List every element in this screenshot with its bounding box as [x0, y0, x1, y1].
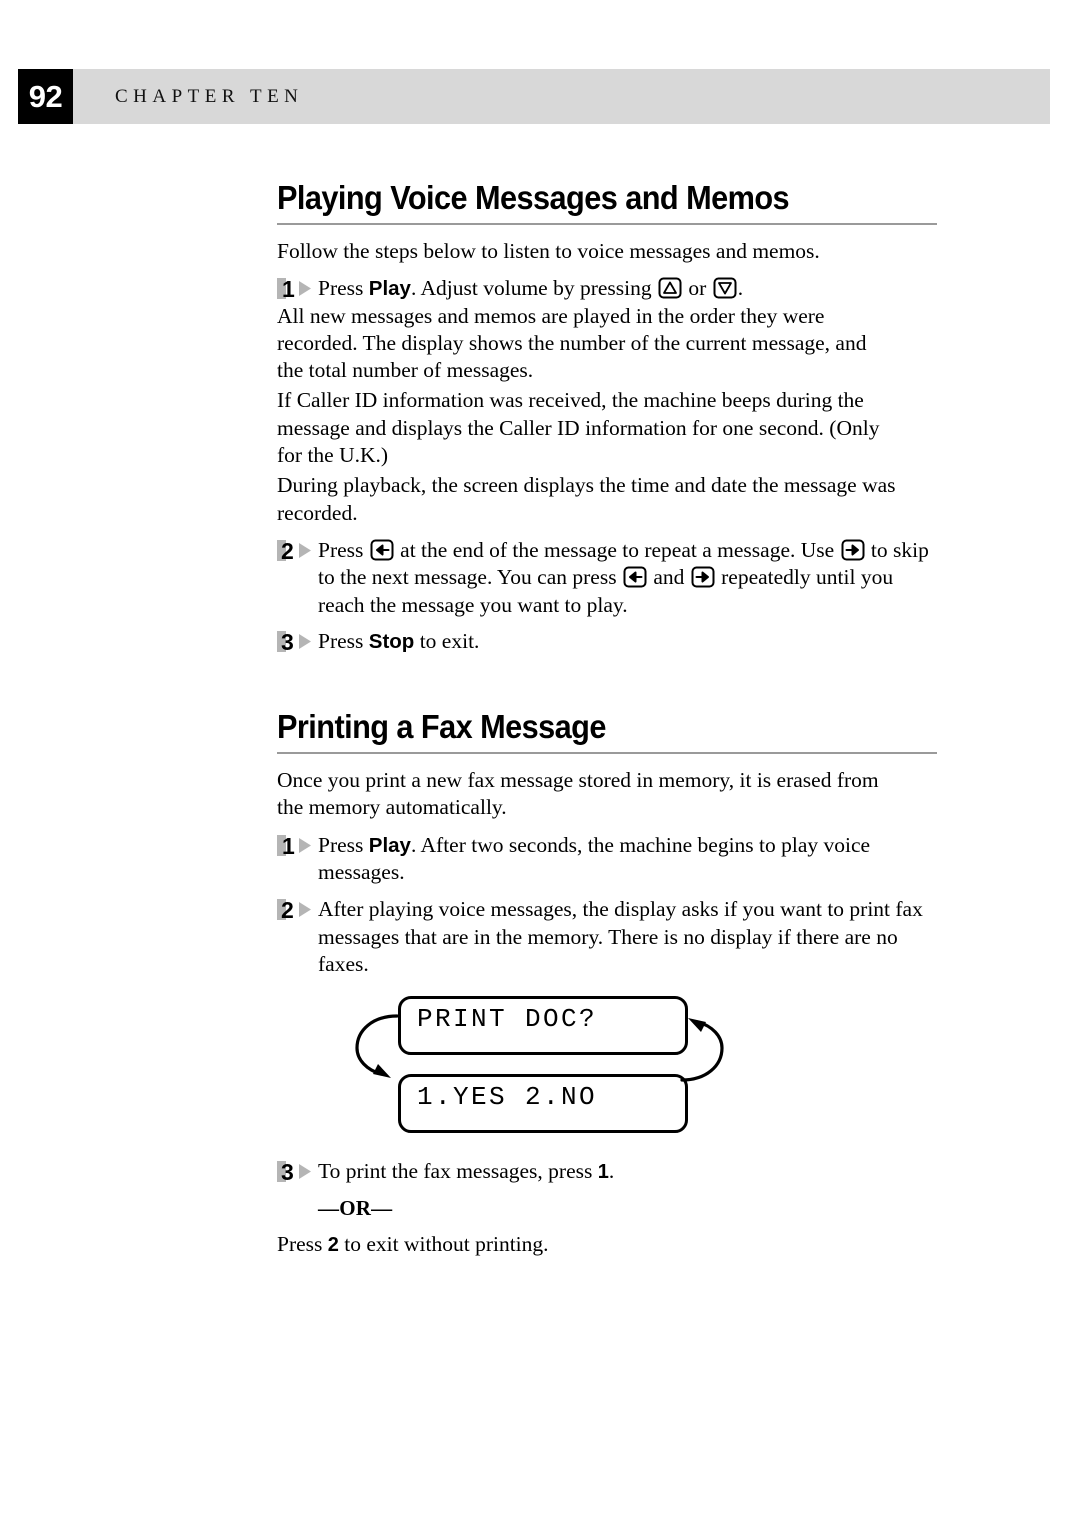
step-number-marker-1: 1 — [277, 276, 313, 301]
page-content: Playing Voice Messages and Memos Follow … — [277, 179, 937, 1261]
step-item: 2 After playing voice messages, the disp… — [277, 896, 937, 978]
step-text-middle: . Adjust volume by pressing — [410, 276, 658, 301]
step-text-after: . — [608, 1159, 615, 1184]
step-detail-paragraph: During playback, the screen displays the… — [277, 473, 896, 525]
arrow-down-key-icon — [713, 276, 737, 300]
step-detail-paragraph: All new messages and memos are played in… — [277, 303, 867, 383]
section-heading-playing-voice-messages: Playing Voice Messages and Memos — [277, 179, 790, 216]
step-text-between: or — [683, 276, 712, 301]
key-label-play: Play — [368, 277, 411, 301]
step-text: After playing voice messages, the displa… — [318, 897, 923, 976]
step-text-part-1: Press — [318, 537, 369, 562]
svg-text:3: 3 — [281, 1159, 294, 1184]
step-item: 2 Press at the end of the message to rep… — [277, 537, 937, 619]
step-text-part-2: at the end of the message to repeat a me… — [394, 537, 840, 562]
step-number-marker-2: 2 — [277, 538, 313, 563]
lcd-display-bottom: 1.YES 2.NO — [398, 1074, 688, 1134]
section-intro-paragraph: Once you print a new fax message stored … — [277, 768, 879, 820]
step-text-before: Press — [318, 276, 369, 301]
step-item: 3 To print the fax messages, press 1. — [277, 1158, 937, 1185]
svg-text:2: 2 — [281, 897, 294, 922]
alt-text-before: Press — [277, 1231, 328, 1256]
heading-rule — [277, 752, 937, 755]
section-2-wrapper: Printing a Fax Message — [277, 708, 937, 755]
step-text-part-4: and — [647, 565, 690, 590]
step-text: Press at the end of the message to repea… — [318, 537, 937, 619]
alternate-action-paragraph: Press 2 to exit without printing. — [277, 1231, 896, 1258]
key-label-2: 2 — [327, 1233, 339, 1256]
step-text: To print the fax messages, press 1. — [318, 1158, 937, 1185]
key-label-play: Play — [368, 833, 411, 857]
page-number: 92 — [18, 69, 73, 124]
svg-text:3: 3 — [281, 629, 294, 654]
lcd-text-line-2: 1.YES 2.NO — [417, 1082, 598, 1113]
or-divider: —OR— — [318, 1195, 393, 1220]
key-label-1: 1 — [597, 1161, 609, 1184]
heading-rule — [277, 222, 937, 225]
step-detail-paragraph: If Caller ID information was received, t… — [277, 388, 880, 468]
step-text-before: To print the fax messages, press — [318, 1159, 598, 1184]
step-item: 1 Press Play. Adjust volume by pressing … — [277, 275, 937, 302]
section-intro-paragraph: Follow the steps below to listen to voic… — [277, 238, 820, 263]
chapter-label: CHAPTER TEN — [115, 85, 304, 107]
svg-text:2: 2 — [281, 538, 294, 563]
alt-text-after: to exit without printing. — [338, 1231, 549, 1256]
step-text: Press Play. After two seconds, the machi… — [318, 832, 937, 887]
step-text-after: . — [737, 276, 744, 301]
step-number-marker-3: 3 — [277, 1159, 313, 1184]
step-text-before: Press — [318, 628, 369, 653]
step-item: 3 Press Stop to exit. — [277, 628, 937, 655]
arrow-left-key-icon — [623, 565, 647, 589]
key-label-stop: Stop — [368, 629, 415, 653]
step-text-after: to exit. — [414, 628, 480, 653]
arrow-right-key-icon — [691, 565, 715, 589]
step-text: Press Play. Adjust volume by pressing or… — [318, 275, 937, 302]
step-item: 1 Press Play. After two seconds, the mac… — [277, 832, 937, 887]
step-number-marker-2: 2 — [277, 897, 313, 922]
arrow-left-key-icon — [370, 538, 394, 562]
step-text: Press Stop to exit. — [318, 628, 937, 655]
svg-text:1: 1 — [282, 276, 295, 301]
page-running-header: 92 CHAPTER TEN — [18, 69, 1050, 124]
step-number-marker-1: 1 — [277, 833, 313, 858]
cycle-arrow-down-icon — [347, 1010, 403, 1090]
lcd-display-cycle-diagram: PRINT DOC? 1.YES 2.NO — [277, 996, 937, 1148]
cycle-arrow-up-icon — [676, 1010, 732, 1090]
arrow-right-key-icon — [841, 538, 865, 562]
step-number-marker-3: 3 — [277, 629, 313, 654]
step-text-before: Press — [318, 832, 369, 857]
lcd-text-line-1: PRINT DOC? — [417, 1004, 598, 1035]
arrow-up-key-icon — [658, 276, 682, 300]
lcd-display-top: PRINT DOC? — [398, 996, 688, 1056]
svg-text:1: 1 — [282, 833, 295, 858]
section-heading-printing-a-fax-message: Printing a Fax Message — [277, 708, 606, 746]
